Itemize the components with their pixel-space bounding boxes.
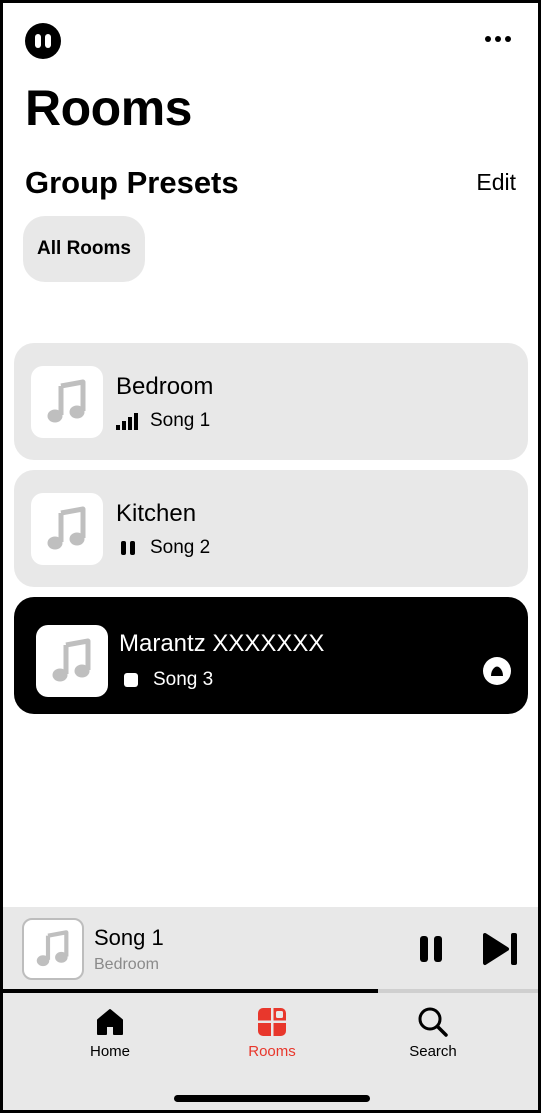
tab-label: Rooms — [248, 1043, 296, 1060]
room-name: Kitchen — [116, 500, 197, 527]
tab-search[interactable]: Search — [373, 1005, 493, 1065]
group-presets-title: Group Presets — [25, 165, 239, 200]
mini-player-album-art — [22, 918, 84, 980]
music-note-icon — [47, 506, 86, 550]
now-playing-room: Bedroom — [94, 956, 159, 973]
room-card-bedroom[interactable]: Bedroom Song 1 — [14, 343, 528, 460]
room-status: Song 3 — [119, 669, 213, 691]
room-status: Song 1 — [116, 410, 210, 432]
mini-player[interactable]: Song 1 Bedroom — [3, 907, 538, 991]
top-bar — [3, 3, 538, 73]
pause-icon-bar — [434, 936, 442, 962]
tab-rooms[interactable]: Rooms — [212, 1005, 332, 1065]
more-options-button[interactable] — [478, 25, 518, 53]
app-frame: Rooms Group Presets Edit All Rooms Bedro… — [0, 0, 541, 1113]
album-art — [31, 493, 103, 565]
skip-next-icon[interactable] — [481, 932, 521, 966]
tab-label: Home — [89, 1043, 130, 1060]
pause-circle-logo-icon — [25, 23, 61, 59]
tab-home[interactable]: Home — [50, 1005, 170, 1065]
now-playing-title: Song 1 — [94, 925, 164, 950]
signal-bars-icon — [116, 410, 140, 432]
page-title: Rooms — [25, 80, 192, 136]
stop-icon — [119, 669, 143, 691]
more-dot — [485, 36, 491, 42]
preset-chip-all-rooms[interactable]: All Rooms — [23, 216, 145, 282]
song-title: Song 2 — [150, 537, 211, 558]
edit-presets-button[interactable]: Edit — [476, 169, 516, 196]
room-card-marantz[interactable]: Marantz XXXXXXX Song 3 — [14, 597, 528, 714]
room-status: Song 2 — [116, 537, 210, 559]
more-dot — [495, 36, 501, 42]
home-indicator — [174, 1095, 370, 1102]
home-icon — [93, 1005, 127, 1039]
more-dot — [505, 36, 511, 42]
pause-icon — [116, 537, 140, 559]
tab-label: Search — [409, 1043, 457, 1060]
album-art — [31, 366, 103, 438]
music-note-icon — [47, 379, 86, 423]
music-note-icon — [36, 930, 69, 967]
rooms-grid-icon — [255, 1005, 289, 1039]
eject-source-icon[interactable] — [483, 657, 511, 685]
pause-button[interactable] — [416, 934, 446, 964]
song-title: Song 3 — [153, 669, 214, 690]
music-note-icon — [52, 638, 91, 682]
pause-icon-bar — [420, 936, 428, 962]
song-title: Song 1 — [150, 410, 211, 431]
album-art — [36, 625, 108, 697]
room-name: Marantz XXXXXXX — [119, 630, 325, 657]
room-name: Bedroom — [116, 373, 214, 400]
search-icon — [416, 1005, 450, 1039]
room-card-kitchen[interactable]: Kitchen Song 2 — [14, 470, 528, 587]
